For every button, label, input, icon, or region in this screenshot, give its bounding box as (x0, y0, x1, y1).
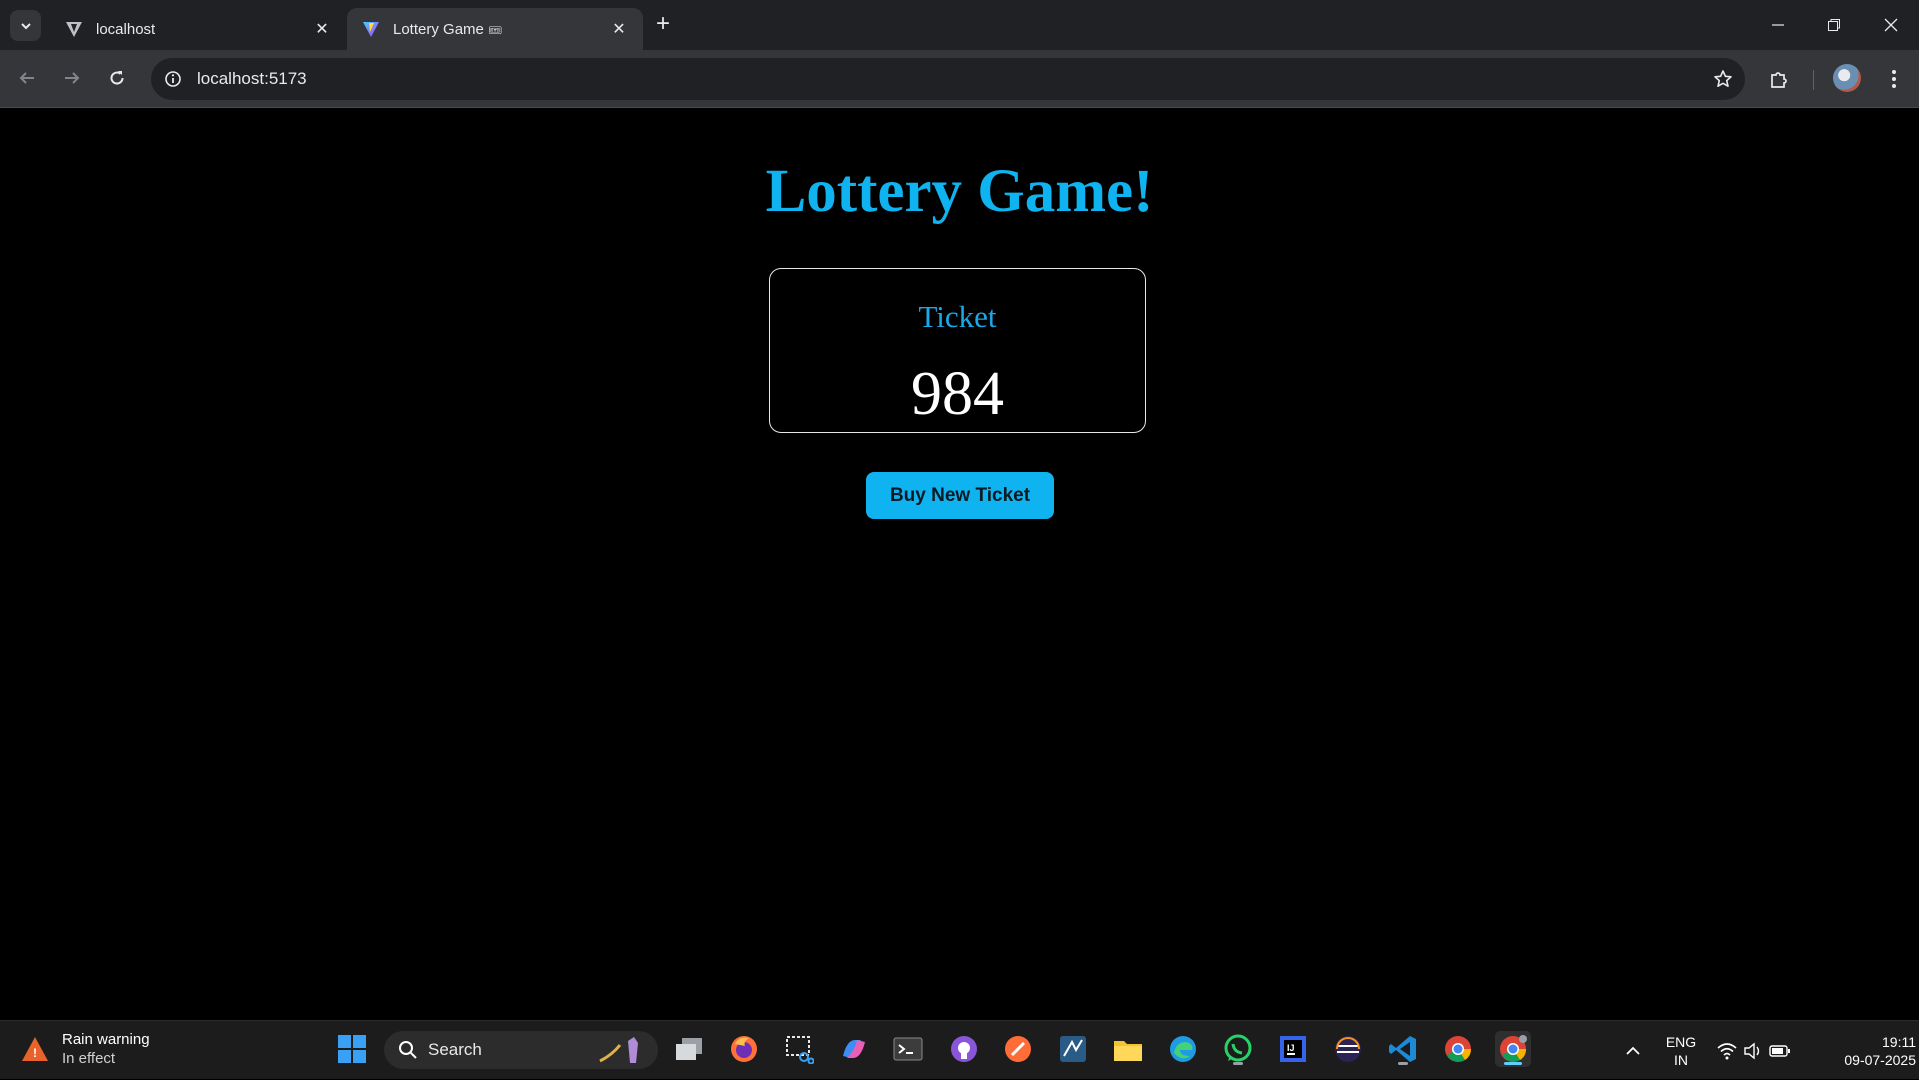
browser-tab-bar: localhost ✕ Lottery Game 🎟 ✕ + (0, 0, 1919, 50)
reload-icon (110, 71, 124, 85)
snipping-tool-icon[interactable] (781, 1031, 817, 1067)
page-title: Lottery Game! (765, 158, 1154, 225)
windows-taskbar: ! Rain warning In effect Search IJ ENG I… (0, 1020, 1919, 1079)
chrome-icon[interactable] (1440, 1031, 1476, 1067)
quick-settings-button[interactable] (1714, 1021, 1794, 1080)
new-tab-button[interactable]: + (650, 12, 676, 38)
kebab-menu-icon (1892, 70, 1896, 88)
restore-button[interactable] (1806, 0, 1862, 50)
file-explorer-icon[interactable] (1110, 1031, 1146, 1067)
active-indicator (1504, 1062, 1522, 1065)
clock-time: 19:11 (1882, 1033, 1916, 1050)
windows-start-icon[interactable] (334, 1031, 370, 1067)
search-placeholder: Search (428, 1040, 482, 1059)
minimize-button[interactable] (1750, 0, 1806, 50)
show-hidden-icons-button[interactable] (1615, 1021, 1651, 1080)
reload-button[interactable] (100, 61, 134, 95)
volume-icon (1744, 1042, 1760, 1059)
minimize-icon (1772, 24, 1784, 26)
close-icon[interactable]: ✕ (312, 19, 332, 39)
github-desktop-icon[interactable] (946, 1031, 982, 1067)
profile-avatar[interactable] (1833, 64, 1861, 92)
weather-title: Rain warning (62, 1031, 150, 1048)
toolbar-divider (1813, 70, 1814, 90)
running-indicator (1233, 1062, 1243, 1065)
rain-warning-icon: ! (18, 1032, 52, 1066)
ticket-number: 984 (911, 360, 1004, 428)
search-highlight-icon (599, 1037, 638, 1063)
svg-text:IJ: IJ (1287, 1043, 1295, 1053)
close-window-button[interactable] (1863, 0, 1919, 50)
buy-new-ticket-button[interactable]: Buy New Ticket (866, 472, 1054, 519)
battery-icon (1769, 1044, 1790, 1057)
firefox-icon[interactable] (726, 1031, 762, 1067)
whatsapp-icon[interactable] (1220, 1031, 1256, 1067)
tab-title: Lottery Game (393, 20, 484, 38)
copilot-icon[interactable] (836, 1031, 872, 1067)
vscode-icon[interactable] (1385, 1031, 1421, 1067)
vite-icon (64, 19, 84, 39)
running-indicator (1398, 1062, 1408, 1065)
clock-date: 09-07-2025 (1844, 1051, 1916, 1068)
ticket-card: Ticket 984 (769, 268, 1146, 433)
system-clock[interactable]: 19:11 09-07-2025 (1806, 1021, 1916, 1080)
eclipse-icon[interactable] (1330, 1031, 1366, 1067)
weather-widget[interactable]: ! Rain warning In effect (18, 1030, 150, 1067)
address-bar[interactable]: localhost:5173 (151, 58, 1745, 100)
chrome-profile-icon[interactable] (1495, 1031, 1531, 1067)
vite-icon (361, 19, 381, 39)
svg-text:!: ! (33, 1046, 37, 1060)
tab-localhost[interactable]: localhost ✕ (50, 8, 346, 50)
chevron-up-icon (1626, 1046, 1640, 1055)
tab-search-button[interactable] (10, 10, 41, 41)
back-button[interactable] (10, 61, 44, 95)
browser-toolbar: localhost:5173 (0, 50, 1919, 108)
bookmark-star-icon[interactable] (1711, 67, 1735, 91)
close-icon[interactable]: ✕ (609, 19, 629, 39)
arrow-right-icon (65, 72, 80, 84)
ticket-emoji: 🎟 (488, 24, 503, 37)
info-icon[interactable] (161, 67, 185, 91)
url-text[interactable]: localhost:5173 (197, 69, 307, 89)
close-icon (1884, 18, 1898, 32)
arrow-left-icon (19, 72, 34, 84)
page-viewport: Lottery Game! Ticket 984 Buy New Ticket (0, 109, 1919, 1020)
chevron-down-icon (20, 22, 31, 29)
forward-button[interactable] (55, 61, 89, 95)
taskbar-search[interactable]: Search (384, 1031, 658, 1069)
menu-button[interactable] (1879, 64, 1909, 94)
tab-lottery-game[interactable]: Lottery Game 🎟 ✕ (347, 8, 643, 50)
task-view-icon[interactable] (671, 1031, 707, 1067)
ticket-label: Ticket (918, 299, 997, 334)
weather-subtitle: In effect (62, 1050, 116, 1067)
intellij-icon[interactable]: IJ (1275, 1031, 1311, 1067)
puzzle-icon (1771, 72, 1787, 88)
input-language-indicator[interactable]: ENG IN (1657, 1021, 1705, 1080)
terminal-icon[interactable] (890, 1031, 926, 1067)
postman-icon[interactable] (1000, 1031, 1036, 1067)
region-code: IN (1674, 1051, 1688, 1068)
wifi-icon (1717, 1042, 1737, 1059)
extensions-button[interactable] (1764, 64, 1794, 94)
mysql-workbench-icon[interactable] (1055, 1031, 1091, 1067)
tab-title: localhost (96, 20, 156, 38)
search-icon (399, 1041, 417, 1059)
edge-icon[interactable] (1165, 1031, 1201, 1067)
language-code: ENG (1665, 1033, 1697, 1050)
restore-icon (1828, 19, 1840, 31)
